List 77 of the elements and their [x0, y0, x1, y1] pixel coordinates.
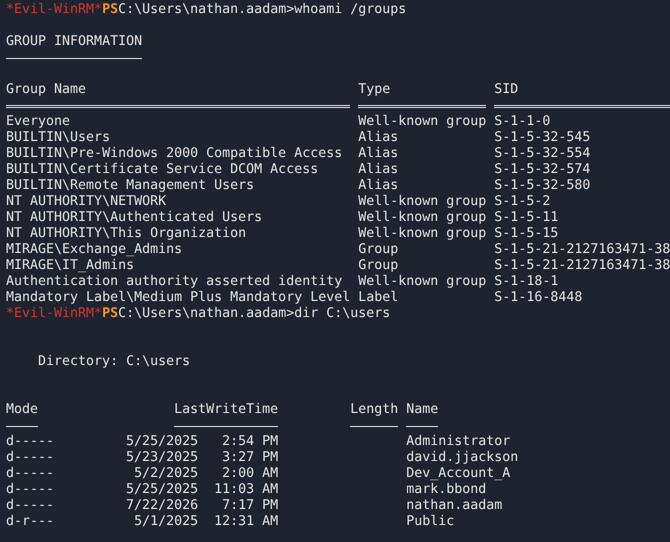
- table-cell-text: 11:03 AM: [213, 482, 278, 498]
- table-cell-text: S-1-5-32-554: [494, 146, 592, 162]
- table-cell-text: Alias: [358, 146, 400, 162]
- table-cell-text: NT AUTHORITY\This Organization: [6, 226, 248, 242]
- table-cell-text: NT AUTHORITY\NETWORK: [6, 194, 168, 210]
- ps-label: PS: [102, 2, 118, 18]
- table-cell-text: d-r---: [6, 514, 56, 530]
- table-cell-text: MIRAGE\Exchange_Admins: [6, 242, 184, 258]
- column-header: Type: [358, 82, 392, 98]
- table-cell-text: S-1-1-0: [494, 114, 552, 130]
- table-cell-text: BUILTIN\Certificate Service DCOM Access: [6, 162, 320, 178]
- table-cell: S-1-5-21-2127163471-38: [494, 258, 670, 274]
- table-cell-text: david.jjackson: [406, 450, 520, 466]
- table-cell-text: S-1-18-1: [494, 274, 560, 290]
- table-cell-text: 3:27 PM: [221, 450, 278, 466]
- table-cell-text: BUILTIN\Remote Management Users: [6, 178, 256, 194]
- table-cell-text: S-1-5-2: [494, 194, 552, 210]
- column-header: Length: [349, 402, 398, 418]
- table-cell-text: S-1-16-8448: [494, 290, 584, 306]
- table-cell-text: d-----: [6, 498, 56, 514]
- table-cell: Well-known group: [358, 210, 486, 226]
- table-cell-text: 5/25/2025: [125, 434, 198, 450]
- table-cell-text: 2:00 AM: [221, 466, 278, 482]
- table-cell: Mandatory Label\Medium Plus Mandatory Level: [6, 290, 350, 306]
- table-cell-text: 12:31 AM: [213, 514, 278, 530]
- table-cell-text: 7/22/2026: [125, 498, 198, 514]
- table-cell-text: Alias: [358, 162, 400, 178]
- table-cell-text: 5/23/2025: [125, 450, 198, 466]
- table-cell-text: d-----: [6, 482, 56, 498]
- table-cell-text: MIRAGE\IT_Admins: [6, 258, 136, 274]
- table-cell-text: 5/2/2025: [133, 466, 198, 482]
- table-cell-text: S-1-5-15: [494, 226, 560, 242]
- table-cell-text: 5/25/2025: [125, 482, 198, 498]
- command-text: dir C:\users: [294, 306, 390, 322]
- table-cell-text: 5/1/2025: [133, 514, 198, 530]
- table-cell-text: Public: [406, 514, 456, 530]
- table-cell-text: Administrator: [406, 434, 512, 450]
- table-cell-text: S-1-5-11: [494, 210, 560, 226]
- shell-name: *Evil-WinRM*: [6, 2, 102, 18]
- table-cell: S-1-5-21-2127163471-38: [494, 242, 670, 258]
- column-header: Name: [406, 402, 440, 418]
- column-header: Mode: [6, 402, 40, 418]
- column-header: LastWriteTime: [173, 402, 278, 418]
- table-cell-text: NT AUTHORITY\Authenticated Users: [6, 210, 264, 226]
- table-cell-text: S-1-5-32-574: [494, 162, 592, 178]
- column-header: Group Name: [6, 82, 88, 98]
- table-cell-text: d-----: [6, 466, 56, 482]
- table-cell: Well-known group: [358, 194, 486, 210]
- table-cell-text: Alias: [358, 178, 400, 194]
- table-cell-text: 2:54 PM: [221, 434, 278, 450]
- table-cell-text: BUILTIN\Pre-Windows 2000 Compatible Access: [6, 146, 344, 162]
- table-cell-text: mark.bbond: [406, 482, 488, 498]
- table-cell-text: Group: [358, 258, 400, 274]
- section-title: GROUP INFORMATION: [6, 34, 142, 50]
- ps-label: PS: [102, 306, 118, 322]
- table-cell-text: 7:17 PM: [221, 498, 278, 514]
- table-cell-text: BUILTIN\Users: [6, 130, 112, 146]
- command-text: whoami /groups: [294, 2, 406, 18]
- table-cell-text: d-----: [6, 434, 56, 450]
- table-cell-text: S-1-5-32-580: [494, 178, 592, 194]
- prompt-path: C:\Users\nathan.aadam>: [118, 306, 294, 322]
- table-cell: Well-known group: [358, 114, 486, 130]
- prompt-path: C:\Users\nathan.aadam>: [118, 2, 294, 18]
- table-cell-text: S-1-5-32-545: [494, 130, 592, 146]
- table-cell-text: Label: [358, 290, 400, 306]
- table-cell-text: Group: [358, 242, 400, 258]
- column-header: SID: [494, 82, 520, 98]
- table-cell-text: Authentication authority asserted identity: [6, 274, 344, 290]
- table-cell: Well-known group: [358, 226, 486, 242]
- table-cell: Well-known group: [358, 274, 486, 290]
- directory-label: Directory: C:\users: [38, 354, 190, 370]
- table-cell-text: Dev_Account_A: [406, 466, 512, 482]
- table-cell-text: d-----: [6, 450, 56, 466]
- table-cell-text: Everyone: [6, 114, 72, 130]
- shell-name: *Evil-WinRM*: [6, 306, 102, 322]
- table-cell-text: nathan.aadam: [406, 498, 504, 514]
- table-cell-text: Alias: [358, 130, 400, 146]
